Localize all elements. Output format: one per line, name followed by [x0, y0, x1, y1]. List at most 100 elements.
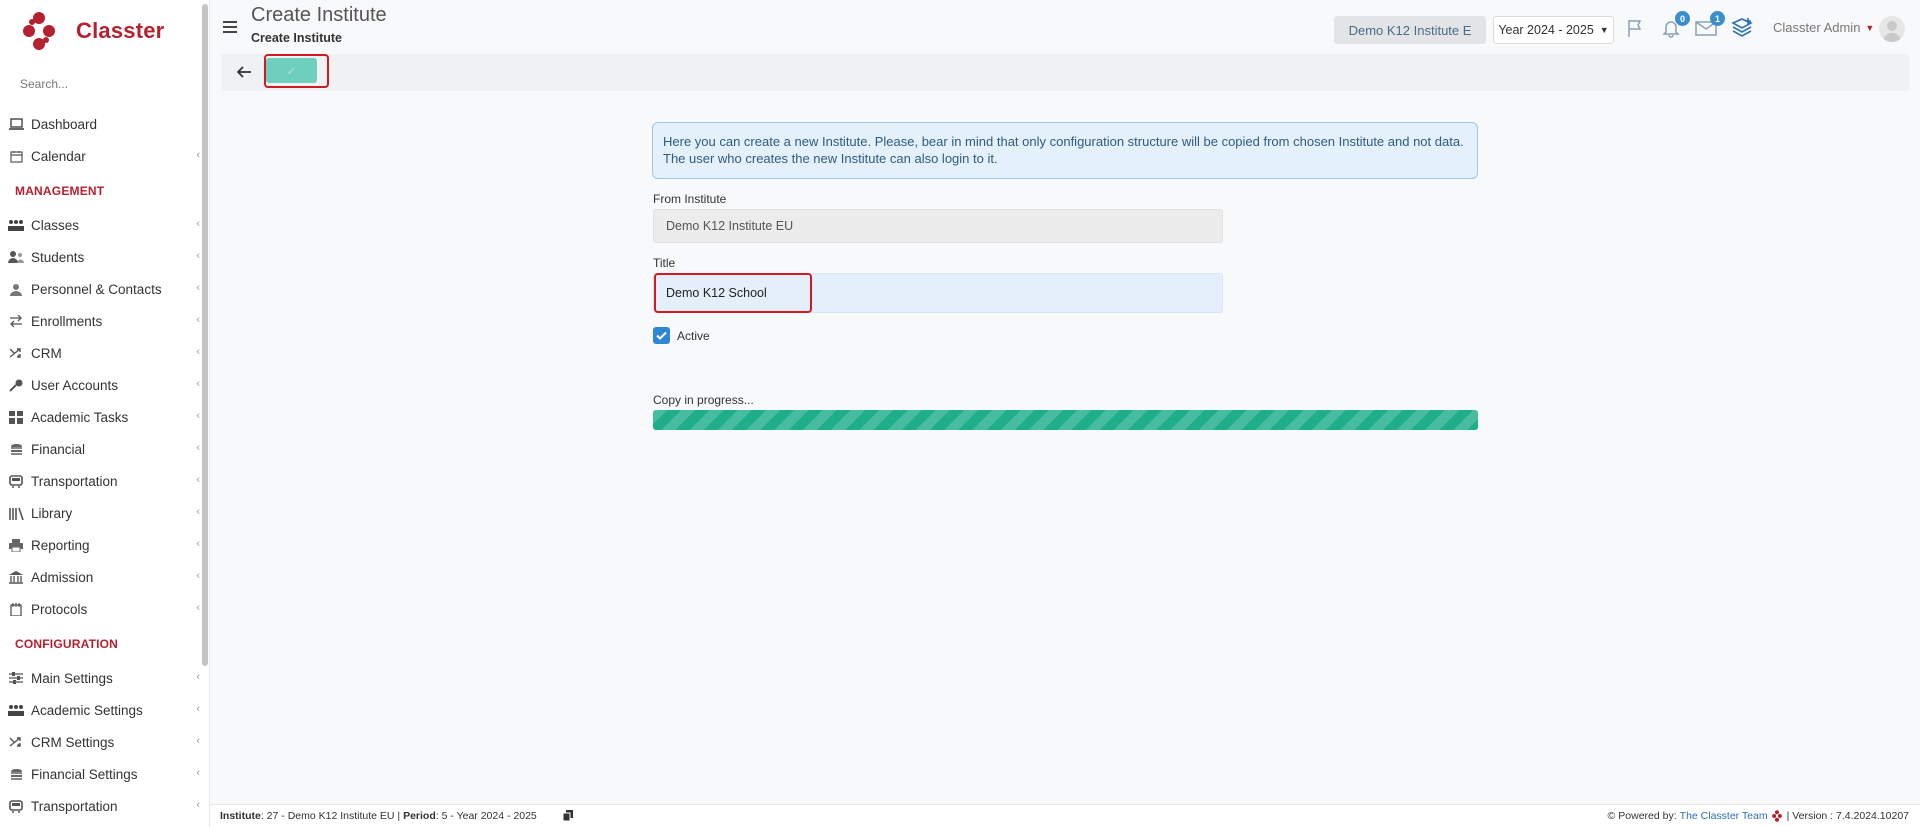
- sidebar-item-label: Transportation: [31, 798, 118, 814]
- sidebar-item-crm[interactable]: CRM ‹: [0, 337, 200, 369]
- crm-icon: [8, 346, 24, 360]
- sidebar-item-admission[interactable]: Admission ‹: [0, 561, 200, 593]
- messages-envelope-icon[interactable]: 1: [1695, 11, 1725, 39]
- back-arrow-icon[interactable]: [235, 64, 253, 80]
- title-label: Title: [653, 256, 676, 270]
- sidebar-nav: Dashboard Calendar ‹ MANAGEMENT Classes ‹ Stud…: [0, 108, 200, 822]
- logo[interactable]: Classter: [20, 10, 164, 52]
- chevron-left-icon: ‹: [196, 314, 200, 326]
- avatar[interactable]: [1879, 16, 1905, 42]
- sidebar-item-label: Dashboard: [31, 116, 98, 132]
- page-subtitle: Create Institute: [251, 31, 342, 45]
- sidebar-item-classes[interactable]: Classes ‹: [0, 209, 200, 241]
- sidebar-item-label: Enrollments: [31, 313, 103, 329]
- year-select[interactable]: Year 2024 - 2025 ▼: [1493, 16, 1614, 44]
- sidebar-item-label: Main Settings: [31, 670, 113, 686]
- coins-icon: [8, 767, 24, 781]
- checkmark-icon: [656, 331, 667, 340]
- copy-icon[interactable]: [563, 810, 573, 821]
- sidebar-item-crm-settings[interactable]: CRM Settings ‹: [0, 726, 200, 758]
- footer-institute-key: Institute: [220, 810, 261, 822]
- sidebar-item-students[interactable]: Students ‹: [0, 241, 200, 273]
- sidebar-item-label: Classes: [31, 217, 80, 233]
- section-heading-configuration: CONFIGURATION: [15, 636, 119, 651]
- sidebar-item-main-settings[interactable]: Main Settings ‹: [0, 662, 200, 694]
- highlight-save-button: [264, 54, 329, 88]
- chevron-left-icon: ‹: [196, 218, 200, 230]
- copy-progress-bar: [653, 410, 1478, 430]
- enrollments-icon: [8, 314, 24, 328]
- sidebar-item-label: User Accounts: [31, 377, 119, 393]
- chevron-left-icon: ‹: [196, 602, 200, 614]
- progress-label: Copy in progress...: [653, 393, 754, 407]
- chevron-left-icon: ‹: [196, 799, 200, 811]
- sidebar-item-label: Personnel & Contacts: [31, 281, 162, 297]
- protocols-icon: [8, 602, 24, 616]
- flag-icon[interactable]: [1625, 17, 1647, 39]
- sidebar-item-reporting[interactable]: Reporting ‹: [0, 529, 200, 561]
- section-heading-management: MANAGEMENT: [15, 183, 105, 198]
- sidebar-item-transportation[interactable]: Transportation ‹: [0, 790, 200, 822]
- footer-credits: © Powered by: The Classter Team | Versio…: [1608, 810, 1909, 822]
- powered-by-text: Powered by:: [1618, 810, 1677, 822]
- sidebar-item-transportation[interactable]: Transportation ‹: [0, 465, 200, 497]
- sidebar-item-protocols[interactable]: Protocols ‹: [0, 593, 200, 625]
- chevron-left-icon: ‹: [196, 282, 200, 294]
- library-icon: [8, 506, 24, 520]
- classter-team-link[interactable]: The Classter Team: [1680, 810, 1768, 822]
- bus-icon: [8, 474, 24, 488]
- version-text: | Version : 7.4.2024.10207: [1786, 810, 1909, 822]
- sidebar-item-label: Academic Settings: [31, 702, 143, 718]
- crm-icon: [8, 735, 24, 749]
- caret-down-icon: ▼: [1865, 22, 1875, 33]
- classter-logo-icon: [23, 12, 55, 50]
- footer-period-value: : 5 - Year 2024 - 2025: [435, 810, 537, 822]
- user-menu[interactable]: Classter Admin ▼: [1773, 20, 1874, 35]
- sidebar-item-label: Transportation: [31, 473, 118, 489]
- sidebar-item-library[interactable]: Library ‹: [0, 497, 200, 529]
- sidebar-item-dashboard[interactable]: Dashboard: [0, 108, 200, 140]
- grid-icon: [8, 410, 24, 424]
- sidebar-item-label: Reporting: [31, 537, 90, 553]
- year-select-value: Year 2024 - 2025: [1498, 23, 1594, 37]
- footer: Institute: 27 - Demo K12 Institute EU | …: [210, 804, 1920, 827]
- from-institute-label: From Institute: [653, 192, 727, 206]
- footer-institute-value: : 27 - Demo K12 Institute EU |: [260, 810, 401, 822]
- footer-period-key: Period: [403, 810, 436, 822]
- sidebar-item-personnel-contacts[interactable]: Personnel & Contacts ‹: [0, 273, 200, 305]
- chevron-left-icon: ‹: [196, 250, 200, 262]
- active-checkbox[interactable]: [653, 327, 670, 344]
- classes-icon: [8, 218, 24, 232]
- sidebar-item-label: CRM Settings: [31, 734, 115, 750]
- sidebar-item-academic-settings[interactable]: Academic Settings ‹: [0, 694, 200, 726]
- calendar-icon: [8, 149, 24, 163]
- institute-button[interactable]: Demo K12 Institute E: [1334, 16, 1486, 44]
- sidebar: Classter Dashboard Calendar ‹ MANAGEMENT Cla…: [0, 0, 210, 827]
- chevron-left-icon: ‹: [196, 346, 200, 358]
- from-institute-field[interactable]: Demo K12 Institute EU: [653, 209, 1223, 243]
- bus-icon: [8, 799, 24, 813]
- layers-add-icon[interactable]: [1731, 17, 1753, 39]
- chevron-left-icon: ‹: [196, 149, 200, 161]
- sidebar-item-financial-settings[interactable]: Financial Settings ‹: [0, 758, 200, 790]
- highlight-title-input: [654, 273, 812, 313]
- chevron-left-icon: ‹: [196, 735, 200, 747]
- chevron-left-icon: ‹: [196, 506, 200, 518]
- messages-badge: 1: [1710, 11, 1725, 26]
- sidebar-item-label: Financial: [31, 441, 86, 457]
- sidebar-item-academic-tasks[interactable]: Academic Tasks ‹: [0, 401, 200, 433]
- sidebar-item-enrollments[interactable]: Enrollments ‹: [0, 305, 200, 337]
- laptop-icon: [8, 117, 24, 131]
- chevron-left-icon: ‹: [196, 378, 200, 390]
- sidebar-item-financial[interactable]: Financial ‹: [0, 433, 200, 465]
- sidebar-search-input[interactable]: [20, 77, 190, 91]
- sidebar-item-calendar[interactable]: Calendar ‹: [0, 140, 200, 172]
- sidebar-item-user-accounts[interactable]: User Accounts ‹: [0, 369, 200, 401]
- notifications-bell-icon[interactable]: 0: [1660, 11, 1690, 39]
- hamburger-menu-icon[interactable]: [223, 21, 237, 33]
- brand-name: Classter: [76, 18, 165, 43]
- chevron-left-icon: ‹: [196, 570, 200, 582]
- footer-context: Institute: 27 - Demo K12 Institute EU | …: [220, 810, 537, 822]
- sidebar-scrollbar[interactable]: [202, 4, 208, 666]
- chevron-left-icon: ‹: [196, 703, 200, 715]
